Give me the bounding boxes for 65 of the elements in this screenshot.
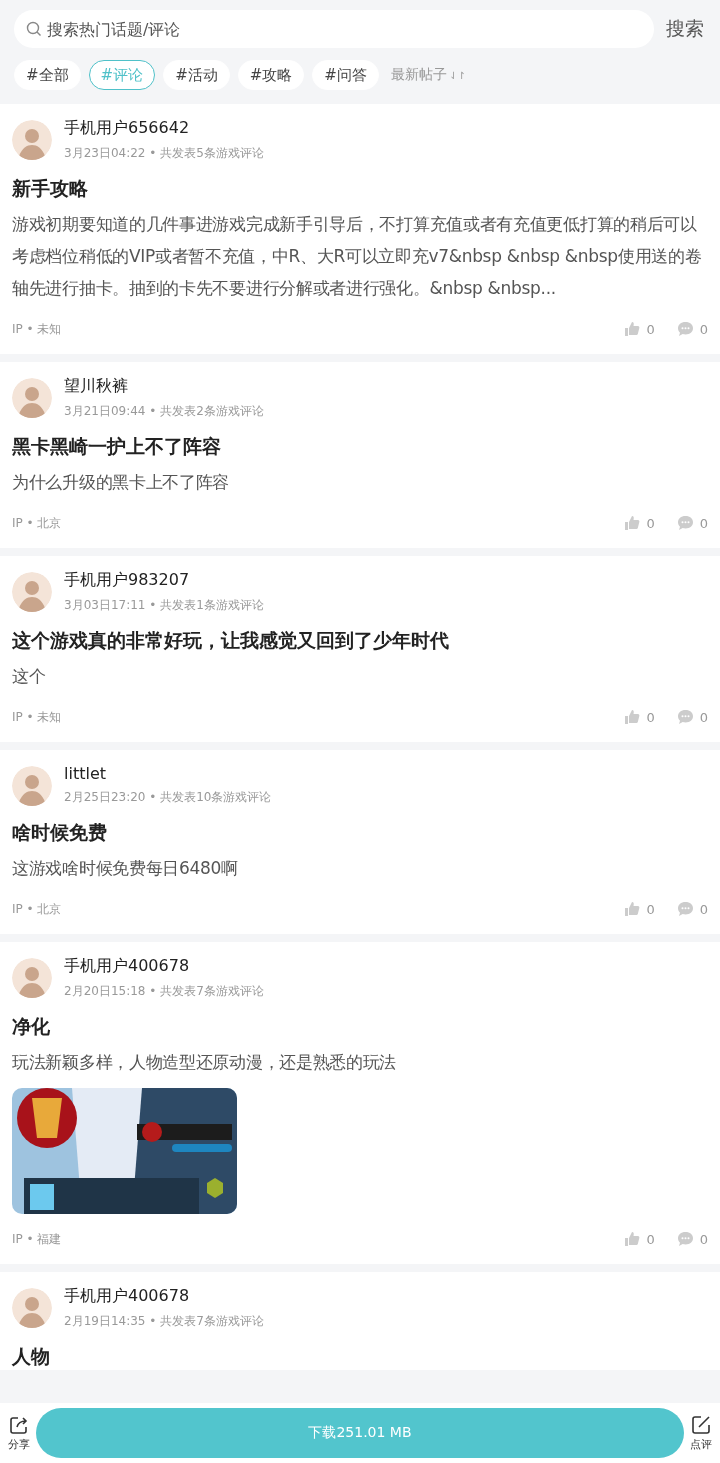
post-title[interactable]: 这个游戏真的非常好玩，让我感觉又回到了少年时代 xyxy=(12,626,708,654)
comment-icon[interactable] xyxy=(676,321,694,337)
post-title[interactable]: 人物 xyxy=(12,1342,708,1370)
topic-tag[interactable]: #活动 xyxy=(163,60,230,90)
share-icon xyxy=(9,1414,29,1435)
avatar[interactable] xyxy=(12,572,52,612)
like-count: 0 xyxy=(646,901,655,917)
post-title[interactable]: 新手攻略 xyxy=(12,174,708,202)
comment-icon[interactable] xyxy=(676,901,694,917)
comment-icon[interactable] xyxy=(676,709,694,725)
thumbs-up-icon[interactable] xyxy=(624,321,641,337)
comment-icon[interactable] xyxy=(676,1231,694,1247)
ip-location: IP • 福建 xyxy=(12,1230,62,1248)
post-title[interactable]: 黑卡黑崎一护上不了阵容 xyxy=(12,432,708,460)
user-name[interactable]: 手机用户400678 xyxy=(64,1286,264,1307)
topic-tag[interactable]: #全部 xyxy=(14,60,81,90)
user-name[interactable]: littlet xyxy=(64,764,272,783)
post-meta: 2月19日14:35 • 共发表7条游戏评论 xyxy=(64,1313,264,1330)
review-button[interactable]: 点评 xyxy=(690,1414,712,1452)
user-name[interactable]: 手机用户400678 xyxy=(64,956,264,977)
ip-location: IP • 未知 xyxy=(12,708,62,726)
thumbs-up-icon[interactable] xyxy=(624,709,641,725)
post-meta: 2月20日15:18 • 共发表7条游戏评论 xyxy=(64,983,264,1000)
post-meta: 2月25日23:20 • 共发表10条游戏评论 xyxy=(64,789,272,806)
comment-count: 0 xyxy=(699,901,708,917)
user-name[interactable]: 手机用户656642 xyxy=(64,118,264,139)
post-meta: 3月21日09:44 • 共发表2条游戏评论 xyxy=(64,403,264,420)
post-body: 游戏初期要知道的几件事进游戏完成新手引导后，不打算充值或者有充值更低打算的稍后可以考虑档位稍低的VIP或者暂不充值，中R、大R可以立即充v7&nbsp &nbsp &nbsp使用送的卷轴先进行抽卡。抽到的卡先不要进行分解或者进行强化。&nbsp &nbsp... xyxy=(12,213,703,300)
thumbs-up-icon[interactable] xyxy=(624,1231,641,1247)
like-count: 0 xyxy=(646,321,655,337)
post-body: 为什么升级的黑卡上不了阵容 xyxy=(12,471,231,494)
ip-location: IP • 北京 xyxy=(12,514,62,532)
avatar[interactable] xyxy=(12,120,52,160)
ip-location: IP • 未知 xyxy=(12,320,62,338)
thumbs-up-icon[interactable] xyxy=(624,515,641,531)
post-title[interactable]: 净化 xyxy=(12,1012,708,1040)
edit-icon xyxy=(691,1414,711,1435)
comment-count: 0 xyxy=(699,321,708,337)
comment-count: 0 xyxy=(699,709,708,725)
post-body: 玩法新颖多样，人物造型还原动漫，还是熟悉的玩法 xyxy=(12,1051,398,1074)
post-meta: 3月03日17:11 • 共发表1条游戏评论 xyxy=(64,597,264,614)
post-body: 这个 xyxy=(12,665,47,688)
user-name[interactable]: 手机用户983207 xyxy=(64,570,264,591)
comment-count: 0 xyxy=(699,1231,708,1247)
search-field[interactable]: 搜索热门话题/评论 xyxy=(14,10,654,48)
ip-location: IP • 北京 xyxy=(12,900,62,918)
post-meta: 3月23日04:22 • 共发表5条游戏评论 xyxy=(64,145,264,162)
post-body: 这游戏啥时候免费每日6480啊 xyxy=(12,857,239,880)
like-count: 0 xyxy=(646,515,655,531)
user-name[interactable]: 望川秋裤 xyxy=(64,376,264,397)
topic-tag[interactable]: #问答 xyxy=(312,60,379,90)
search-button[interactable]: 搜索 xyxy=(664,16,706,42)
thumbs-up-icon[interactable] xyxy=(624,901,641,917)
post-title[interactable]: 啥时候免费 xyxy=(12,818,708,846)
topic-tag[interactable]: #攻略 xyxy=(237,60,305,90)
avatar[interactable] xyxy=(12,766,52,806)
avatar[interactable] xyxy=(12,958,52,998)
comment-icon[interactable] xyxy=(676,515,694,531)
avatar[interactable] xyxy=(12,378,52,418)
like-count: 0 xyxy=(646,1231,655,1247)
comment-count: 0 xyxy=(699,515,708,531)
search-icon xyxy=(26,21,42,37)
avatar[interactable] xyxy=(12,1288,52,1328)
share-button[interactable]: 分享 xyxy=(8,1414,30,1452)
like-count: 0 xyxy=(646,709,655,725)
